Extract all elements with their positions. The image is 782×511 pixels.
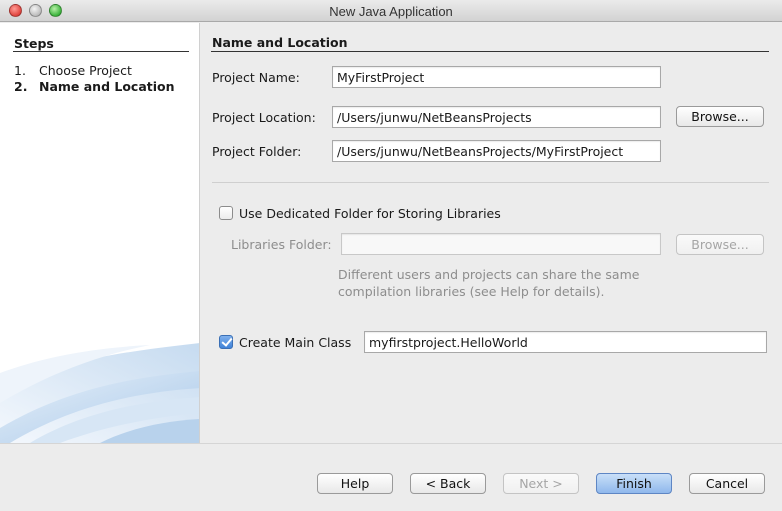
steps-title: Steps xyxy=(14,36,54,51)
main-class-input[interactable] xyxy=(364,331,767,353)
project-name-label: Project Name: xyxy=(212,70,300,85)
browse-libraries-button[interactable]: Browse... xyxy=(676,234,764,255)
steps-divider xyxy=(13,51,189,52)
project-name-input[interactable] xyxy=(332,66,661,88)
dedicated-folder-label[interactable]: Use Dedicated Folder for Storing Librari… xyxy=(239,206,501,221)
section-divider xyxy=(211,51,769,52)
title-bar: New Java Application xyxy=(0,0,782,22)
step-number: 2. xyxy=(14,79,28,94)
create-main-class-checkbox[interactable] xyxy=(219,335,233,349)
step-label: Name and Location xyxy=(39,79,175,94)
back-button[interactable]: < Back xyxy=(410,473,486,494)
steps-panel: Steps 1. Choose Project 2. Name and Locati… xyxy=(0,23,200,443)
project-folder-input[interactable] xyxy=(332,140,661,162)
browse-location-button[interactable]: Browse... xyxy=(676,106,764,127)
netbeans-swoosh-decoration xyxy=(0,343,199,443)
project-location-input[interactable] xyxy=(332,106,661,128)
help-note-line: compilation libraries (see Help for deta… xyxy=(338,284,605,299)
libraries-help-note: Different users and projects can share t… xyxy=(338,266,639,300)
dedicated-folder-checkbox[interactable] xyxy=(219,206,233,220)
section-separator xyxy=(212,182,769,183)
next-button[interactable]: Next > xyxy=(503,473,579,494)
libraries-folder-label: Libraries Folder: xyxy=(231,237,332,252)
button-bar-separator xyxy=(0,443,782,444)
step-name-and-location: 2. Name and Location xyxy=(14,79,175,94)
step-choose-project: 1. Choose Project xyxy=(14,63,132,78)
project-location-label: Project Location: xyxy=(212,110,316,125)
help-note-line: Different users and projects can share t… xyxy=(338,267,640,282)
window-title: New Java Application xyxy=(329,4,453,19)
project-folder-label: Project Folder: xyxy=(212,144,302,159)
finish-button[interactable]: Finish xyxy=(596,473,672,494)
step-label: Choose Project xyxy=(39,63,132,78)
step-number: 1. xyxy=(14,63,26,78)
help-button[interactable]: Help xyxy=(317,473,393,494)
libraries-folder-input[interactable] xyxy=(341,233,661,255)
section-title: Name and Location xyxy=(212,35,348,50)
cancel-button[interactable]: Cancel xyxy=(689,473,765,494)
create-main-class-label[interactable]: Create Main Class xyxy=(239,335,351,350)
